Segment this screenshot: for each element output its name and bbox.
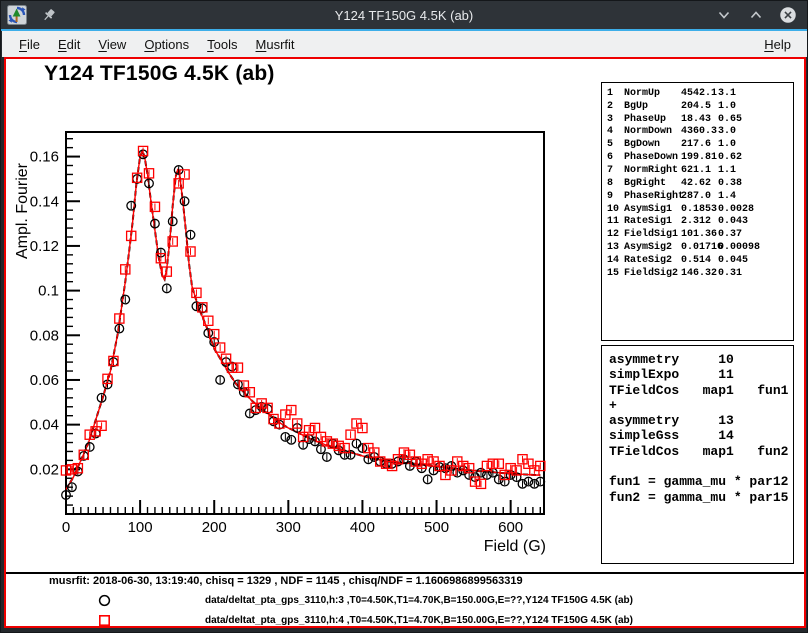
close-button[interactable] [779, 6, 797, 24]
menu-item-edit[interactable]: Edit [49, 34, 89, 55]
plot-frame [66, 132, 544, 514]
window-title: Y124 TF150G 4.5K (ab) [1, 8, 807, 23]
chevron-up-icon [749, 8, 763, 22]
titlebar[interactable]: Y124 TF150G 4.5K (ab) [1, 1, 807, 29]
y-axis-tick-label: 0.06 [30, 372, 59, 389]
legend-circle-marker [98, 594, 111, 607]
param-row: 9PhaseRight287.01.4 [607, 190, 793, 203]
theory-text: asymmetry 10 simplExpo 11 TFieldCos map1… [609, 352, 793, 505]
legend-label-h4: data/deltat_pta_gps_3110,h:4 ,T0=4.50K,T… [205, 615, 633, 626]
minimize-button[interactable] [715, 6, 733, 24]
x-axis-title: Field (G) [484, 538, 546, 555]
param-row: 2BgUp204.51.0 [607, 100, 793, 113]
menu-item-help[interactable]: Help [755, 34, 800, 55]
param-row: 5BgDown217.61.0 [607, 138, 793, 151]
param-row: 1NormUp4542.13.1 [607, 87, 793, 100]
param-row: 6PhaseDown199.810.62 [607, 151, 793, 164]
param-row: 15FieldSig2146.320.31 [607, 267, 793, 280]
legend-pad-divider [6, 572, 804, 574]
x-axis-tick-label: 400 [350, 519, 375, 536]
app-window: Y124 TF150G 4.5K (ab) FileEditViewOpti [0, 0, 808, 633]
fit-parameter-box[interactable]: 1NormUp4542.13.12BgUp204.51.03PhaseUp18.… [601, 82, 794, 341]
param-row: 7NormRight621.11.1 [607, 164, 793, 177]
y-axis-tick-label: 0.02 [30, 461, 59, 478]
param-row: 3PhaseUp18.430.65 [607, 113, 793, 126]
param-row: 14RateSig20.5140.045 [607, 254, 793, 267]
menu-item-options[interactable]: Options [135, 34, 198, 55]
y-axis-tick-label: 0.14 [30, 193, 59, 210]
menu-item-tools[interactable]: Tools [198, 34, 246, 55]
x-axis-tick-label: 500 [424, 519, 449, 536]
y-axis-tick-label: 0.16 [30, 149, 59, 166]
menu-item-file[interactable]: File [10, 34, 49, 55]
x-axis-tick-label: 200 [202, 519, 227, 536]
y-axis-tick-label: 0.08 [30, 327, 59, 344]
param-row: 11RateSig12.3120.043 [607, 215, 793, 228]
y-axis-tick-label: 0.04 [30, 417, 59, 434]
x-axis-tick-label: 0 [62, 519, 70, 536]
x-axis-tick-label: 600 [498, 519, 523, 536]
param-row: 12FieldSig1101.360.37 [607, 228, 793, 241]
close-icon [779, 5, 797, 25]
theory-box[interactable]: asymmetry 10 simplExpo 11 TFieldCos map1… [601, 345, 794, 564]
legend-square-marker [98, 614, 111, 627]
root-canvas[interactable]: Y124 TF150G 4.5K (ab) 010020030040050060… [4, 57, 806, 628]
x-axis-tick-label: 100 [128, 519, 153, 536]
param-row: 8BgRight42.620.38 [607, 177, 793, 190]
param-row: 4NormDown4360.33.0 [607, 126, 793, 139]
y-axis-tick-label: 0.12 [30, 238, 59, 255]
y-axis-title: Ampl. Fourier [14, 162, 31, 259]
maximize-button[interactable] [747, 6, 765, 24]
chevron-down-icon [717, 8, 731, 22]
legend-label-h3: data/deltat_pta_gps_3110,h:3 ,T0=4.50K,T… [205, 595, 633, 606]
menubar: FileEditViewOptionsToolsMusrfit Help [2, 31, 808, 57]
param-row: 13AsymSig20.017160.00098 [607, 241, 793, 254]
menu-item-musrfit[interactable]: Musrfit [247, 34, 304, 55]
x-axis-tick-label: 300 [276, 519, 301, 536]
fit-status-line: musrfit: 2018-06-30, 13:19:40, chisq = 1… [49, 575, 523, 587]
y-axis-tick-label: 0.1 [38, 283, 59, 300]
param-row: 10AsymSig10.18530.0028 [607, 203, 793, 216]
menu-item-view[interactable]: View [89, 34, 135, 55]
